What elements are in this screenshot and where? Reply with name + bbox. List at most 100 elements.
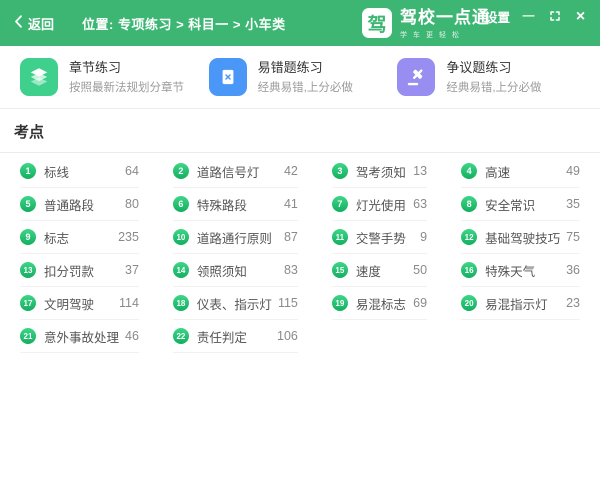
- topic-label: 标线: [44, 162, 69, 181]
- back-label: 返回: [28, 14, 54, 33]
- card-dispute-practice[interactable]: 争议题练习 经典易错,上分必做: [397, 58, 580, 96]
- maximize-button[interactable]: [547, 9, 562, 24]
- topic-count: 114: [113, 296, 139, 310]
- topic-label: 仪表、指示灯: [197, 294, 272, 313]
- topic-count: 75: [560, 230, 580, 244]
- topic-number-badge: 19: [332, 295, 348, 311]
- topic-item[interactable]: 1 标线 64: [20, 155, 139, 188]
- minimize-button[interactable]: —: [521, 9, 536, 24]
- topic-label: 领照须知: [197, 261, 247, 280]
- topic-number-badge: 20: [461, 295, 477, 311]
- back-button[interactable]: 返回: [14, 14, 54, 33]
- topic-grid: 1标线642道路信号灯423驾考须知134高速495普通路段806特殊路段417…: [0, 153, 600, 353]
- card-subtitle: 经典易错,上分必做: [446, 79, 541, 95]
- topic-count: 9: [414, 230, 427, 244]
- topic-number-badge: 15: [332, 262, 348, 278]
- topic-label: 特殊天气: [485, 261, 535, 280]
- topic-item[interactable]: 11交警手势9: [332, 221, 427, 254]
- breadcrumb: 位置: 专项练习 > 科目一 > 小车类: [82, 14, 286, 33]
- topic-count: 49: [560, 164, 580, 178]
- card-text: 章节练习 按照最新法规划分章节: [69, 59, 184, 95]
- topic-number-badge: 13: [20, 262, 36, 278]
- topic-count: 64: [119, 164, 139, 178]
- minimize-icon: —: [523, 9, 535, 21]
- topic-count: 13: [407, 164, 427, 178]
- topic-number-badge: 12: [461, 229, 477, 245]
- topic-item[interactable]: 9标志235: [20, 221, 139, 254]
- topic-item[interactable]: 3驾考须知13: [332, 155, 427, 188]
- card-text: 易错题练习 经典易错,上分必做: [258, 59, 353, 95]
- topic-item[interactable]: 17文明驾驶114: [20, 287, 139, 320]
- topic-item[interactable]: 16特殊天气36: [461, 254, 580, 287]
- topic-label: 特殊路段: [197, 195, 247, 214]
- topic-count: 35: [560, 197, 580, 211]
- topic-label: 易混标志: [356, 294, 406, 313]
- topic-count: 80: [119, 197, 139, 211]
- topic-item[interactable]: 4高速49: [461, 155, 580, 188]
- app-window: 返回 位置: 专项练习 > 科目一 > 小车类 驾 驾校一点通 学车更轻松 设置…: [0, 0, 600, 480]
- window-controls: 设置 — ×: [485, 7, 588, 26]
- topic-label: 驾考须知: [356, 162, 406, 181]
- error-doc-icon: [209, 58, 247, 96]
- topic-item[interactable]: 2道路信号灯42: [173, 155, 298, 188]
- gavel-icon: [397, 58, 435, 96]
- card-text: 争议题练习 经典易错,上分必做: [446, 59, 541, 95]
- topic-number-badge: 16: [461, 262, 477, 278]
- app-logo-char: 驾: [367, 10, 386, 37]
- practice-cards: 章节练习 按照最新法规划分章节 易错题练习 经典易错,上分必做: [0, 46, 600, 109]
- topic-item[interactable]: 6 特殊路段 41: [173, 188, 298, 221]
- settings-button[interactable]: 设置: [485, 7, 510, 26]
- topic-count: 41: [278, 197, 298, 211]
- topic-count: 37: [119, 263, 139, 277]
- card-error-practice[interactable]: 易错题练习 经典易错,上分必做: [209, 58, 392, 96]
- topic-label: 安全常识: [485, 195, 535, 214]
- topic-item[interactable]: 13 扣分罚款 37: [20, 254, 139, 287]
- layers-icon: [20, 58, 58, 96]
- topic-item[interactable]: 5 普通路段 80: [20, 188, 139, 221]
- topic-item[interactable]: 18仪表、指示灯115: [173, 287, 298, 320]
- app-slogan: 学车更轻松: [400, 30, 490, 40]
- topic-number-badge: 11: [332, 229, 348, 245]
- topic-label: 普通路段: [44, 195, 94, 214]
- topic-label: 扣分罚款: [44, 261, 94, 280]
- topic-label: 标志: [44, 228, 69, 247]
- topic-item[interactable]: 14 领照须知 83: [173, 254, 298, 287]
- card-title: 争议题练习: [446, 59, 541, 76]
- card-title: 章节练习: [69, 59, 184, 76]
- topic-item[interactable]: 7灯光使用63: [332, 188, 427, 221]
- topic-number-badge: 18: [173, 295, 189, 311]
- topic-label: 速度: [356, 261, 381, 280]
- topic-item[interactable]: 19易混标志69: [332, 287, 427, 320]
- topic-count: 87: [278, 230, 298, 244]
- titlebar-left: 返回 位置: 专项练习 > 科目一 > 小车类: [14, 14, 286, 33]
- topic-number-badge: 6: [173, 196, 189, 212]
- topic-count: 50: [407, 263, 427, 277]
- app-name: 驾校一点通: [400, 8, 490, 28]
- topic-number-badge: 8: [461, 196, 477, 212]
- close-button[interactable]: ×: [573, 9, 588, 24]
- topic-label: 道路通行原则: [197, 228, 272, 247]
- topic-item[interactable]: 21意外事故处理46: [20, 320, 139, 353]
- topic-item[interactable]: 8 安全常识 35: [461, 188, 580, 221]
- card-chapter-practice[interactable]: 章节练习 按照最新法规划分章节: [20, 58, 203, 96]
- topic-label: 灯光使用: [356, 195, 406, 214]
- topic-number-badge: 5: [20, 196, 36, 212]
- topic-item[interactable]: 20易混指示灯23: [461, 287, 580, 320]
- topic-label: 基础驾驶技巧: [485, 228, 560, 247]
- topic-number-badge: 14: [173, 262, 189, 278]
- card-title: 易错题练习: [258, 59, 353, 76]
- topic-item[interactable]: 15 速度 50: [332, 254, 427, 287]
- topic-item[interactable]: 10道路通行原则87: [173, 221, 298, 254]
- topic-label: 易混指示灯: [485, 294, 548, 313]
- topic-label: 责任判定: [197, 327, 247, 346]
- exam-points-section: 考点 1标线642道路信号灯423驾考须知134高速495普通路段806特殊路段…: [0, 109, 600, 480]
- card-subtitle: 按照最新法规划分章节: [69, 79, 184, 95]
- topic-item[interactable]: 12 基础驾驶技巧75: [461, 221, 580, 254]
- topic-number-badge: 1: [20, 163, 36, 179]
- topic-label: 道路信号灯: [197, 162, 260, 181]
- topic-count: 83: [278, 263, 298, 277]
- topic-item[interactable]: 22责任判定106: [173, 320, 298, 353]
- topic-number-badge: 9: [20, 229, 36, 245]
- maximize-icon: [549, 10, 561, 24]
- topic-count: 42: [278, 164, 298, 178]
